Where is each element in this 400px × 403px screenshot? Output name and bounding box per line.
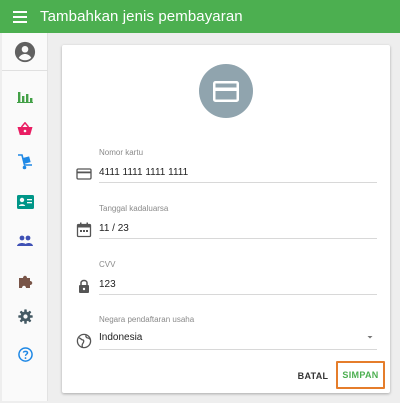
- credit-card-icon: [213, 80, 239, 102]
- app-bar: Tambahkan jenis pembayaran: [0, 0, 400, 33]
- expiry-field: Tanggal kadaluarsa: [72, 204, 380, 246]
- country-select[interactable]: Indonesia: [99, 330, 377, 350]
- sidebar: [2, 33, 48, 401]
- hand-truck-icon: [18, 154, 32, 170]
- sidebar-item-customers[interactable]: [2, 187, 48, 217]
- country-field[interactable]: Negara pendaftaran usaha Indonesia: [72, 315, 380, 357]
- cvv-label: CVV: [99, 260, 116, 269]
- country-label: Negara pendaftaran usaha: [99, 315, 195, 324]
- card-number-label: Nomor kartu: [99, 148, 144, 157]
- card-number-input[interactable]: [99, 163, 377, 183]
- charts-icon: [17, 92, 33, 103]
- cvv-field: CVV: [72, 260, 380, 302]
- sidebar-item-integrations[interactable]: [2, 266, 48, 296]
- sidebar-item-employees[interactable]: [2, 226, 48, 256]
- sidebar-item-help[interactable]: [2, 339, 48, 369]
- people-icon: [17, 235, 33, 246]
- page-title: Tambahkan jenis pembayaran: [40, 8, 243, 25]
- contact-card-icon: [16, 195, 34, 209]
- sidebar-item-settings[interactable]: [2, 301, 48, 331]
- cvv-input[interactable]: [99, 275, 377, 295]
- cancel-button[interactable]: BATAL: [296, 367, 330, 385]
- menu-button[interactable]: [0, 0, 40, 33]
- lock-icon: [79, 279, 89, 293]
- expiry-input[interactable]: [99, 219, 377, 239]
- calendar-icon: [76, 222, 92, 238]
- settings-icon: [17, 308, 33, 324]
- sidebar-item-reports[interactable]: [2, 81, 48, 111]
- expiry-label: Tanggal kadaluarsa: [99, 204, 169, 213]
- globe-icon: [76, 333, 92, 349]
- sidebar-item-inventory[interactable]: [2, 147, 48, 177]
- save-button[interactable]: SIMPAN: [336, 361, 385, 389]
- puzzle-icon: [18, 275, 32, 288]
- dropdown-arrow-icon: [367, 336, 373, 339]
- menu-icon: [13, 10, 27, 23]
- card-number-field: Nomor kartu: [72, 148, 380, 190]
- card-avatar: [199, 64, 253, 118]
- sidebar-avatar[interactable]: [2, 33, 48, 71]
- basket-icon: [17, 122, 33, 135]
- payment-type-card: Nomor kartu Tanggal kadaluarsa CVV: [62, 45, 390, 393]
- help-icon: [17, 346, 33, 362]
- credit-card-icon: [76, 168, 92, 180]
- account-circle-icon: [14, 41, 36, 62]
- sidebar-item-sales[interactable]: [2, 114, 48, 144]
